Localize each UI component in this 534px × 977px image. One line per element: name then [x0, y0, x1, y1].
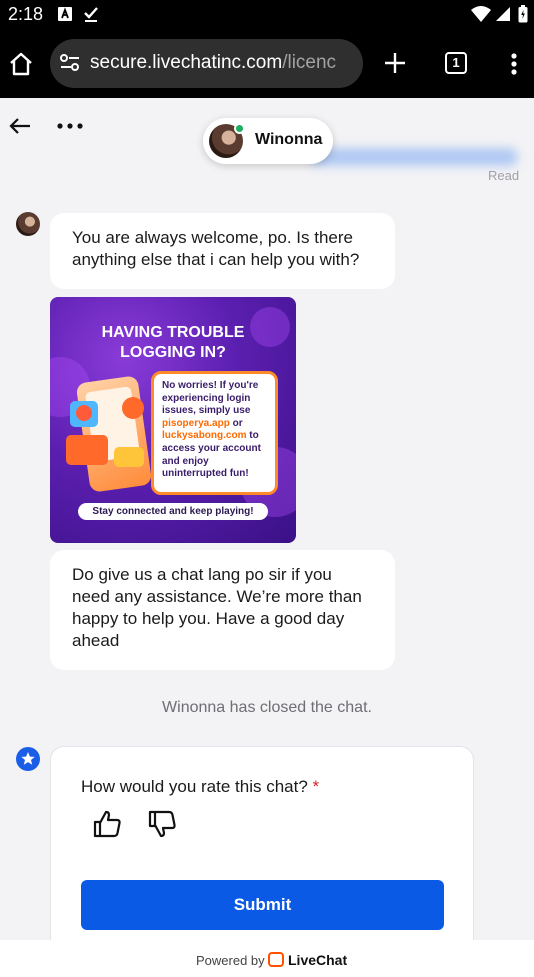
powered-by-footer: Powered by LiveChat — [0, 940, 534, 977]
promo-title-line: LOGGING IN? — [120, 344, 226, 361]
rating-card: How would you rate this chat? * Submit — [50, 746, 474, 940]
status-time: 2:18 — [8, 4, 44, 24]
system-message: Winonna has closed the chat. — [162, 699, 372, 716]
new-tab-icon[interactable] — [383, 51, 407, 75]
more-options-icon[interactable] — [57, 123, 83, 129]
promo-image[interactable]: HAVING TROUBLE LOGGING IN? No worries! I… — [50, 297, 296, 543]
battery-icon — [518, 5, 528, 23]
tab-switcher-button[interactable]: 1 — [445, 52, 467, 74]
livechat-logo-icon — [268, 952, 284, 967]
browser-menu-icon[interactable] — [510, 52, 518, 76]
orange-card — [66, 435, 108, 465]
phone-illustration — [75, 375, 153, 493]
livechat-brand[interactable]: LiveChat — [288, 952, 347, 968]
badge-card — [122, 397, 144, 419]
promo-link: pisoperya.app — [162, 417, 230, 429]
warning-card — [76, 405, 92, 421]
rating-question-text: How would you rate this chat? — [81, 777, 308, 796]
promo-link: luckysabong.com — [162, 430, 247, 442]
signal-icon — [496, 7, 510, 21]
message-avatar — [16, 212, 40, 236]
star-icon — [21, 752, 35, 765]
address-bar[interactable]: secure.livechatinc.com/licenc — [50, 39, 363, 88]
rating-question: How would you rate this chat? * — [81, 777, 319, 797]
required-mark: * — [312, 777, 320, 796]
back-arrow-icon[interactable] — [9, 117, 31, 135]
promo-footer: Stay connected and keep playing! — [78, 503, 268, 520]
promo-info-card: No worries! If you're experiencing login… — [151, 371, 278, 495]
promo-title-line: HAVING TROUBLE — [101, 324, 245, 341]
agent-header[interactable]: Winonna — [203, 118, 333, 164]
promo-card-text: No worries! If you're experiencing login… — [162, 380, 259, 417]
promo-title: HAVING TROUBLE LOGGING IN? — [50, 323, 296, 363]
check-icon — [84, 7, 98, 22]
chat-window: Read Winonna You are always welcome, po.… — [0, 98, 534, 940]
agent-message: Do give us a chat lang po sir if you nee… — [50, 550, 395, 670]
url-path: /licenc — [282, 52, 337, 73]
browser-toolbar: secure.livechatinc.com/licenc 1 — [0, 30, 534, 98]
powered-by-text: Powered by — [196, 953, 265, 968]
status-bar: 2:18 — [0, 0, 534, 30]
agent-name: Winonna — [255, 131, 323, 148]
wifi-icon — [471, 6, 491, 22]
thumbs-down-icon[interactable] — [147, 809, 177, 839]
online-status-dot — [234, 123, 245, 134]
rating-badge — [16, 747, 40, 771]
promo-card-text: or — [229, 417, 243, 429]
font-a-icon — [58, 7, 72, 21]
home-icon[interactable] — [8, 52, 34, 76]
yellow-card — [114, 447, 144, 467]
thumbs-up-icon[interactable] — [92, 809, 122, 839]
read-receipt: Read — [488, 168, 520, 183]
agent-message: You are always welcome, po. Is there any… — [50, 213, 395, 289]
submit-button[interactable]: Submit — [81, 880, 444, 930]
url-host: secure.livechatinc.com — [90, 52, 283, 73]
site-settings-icon[interactable] — [60, 54, 80, 72]
url-text: secure.livechatinc.com/licenc — [90, 52, 354, 74]
blurred-message — [310, 148, 518, 166]
